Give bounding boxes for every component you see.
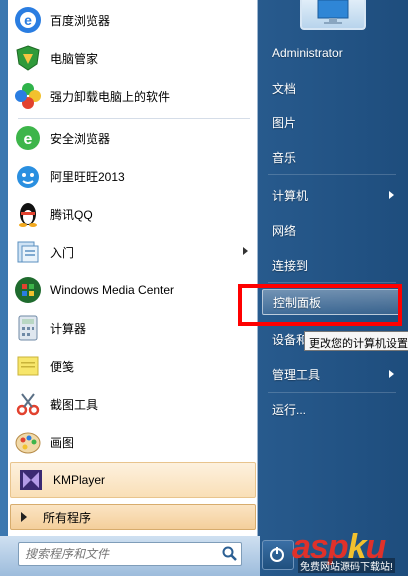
paint-icon bbox=[12, 426, 44, 458]
program-snipping-tool[interactable]: 截图工具 bbox=[8, 386, 258, 422]
right-item-label: 计算机 bbox=[272, 188, 309, 203]
all-programs-label: 所有程序 bbox=[43, 510, 92, 525]
right-item-admin-tools[interactable]: 管理工具 bbox=[262, 361, 402, 387]
right-item-computer[interactable]: 计算机 bbox=[262, 182, 402, 208]
programs-pane: e 百度浏览器 电脑管家 强力卸载电脑上的软件 e 安全浏览器 阿里旺旺2013… bbox=[8, 0, 258, 536]
submenu-arrow-icon[interactable] bbox=[243, 247, 248, 255]
right-item-label: 网络 bbox=[272, 223, 297, 238]
program-kmplayer[interactable]: KMPlayer bbox=[10, 462, 256, 498]
program-label: 强力卸载电脑上的软件 bbox=[50, 89, 171, 104]
program-qq[interactable]: 腾讯QQ bbox=[8, 196, 258, 232]
right-item-label: 音乐 bbox=[272, 150, 297, 165]
start-menu: e 百度浏览器 电脑管家 强力卸载电脑上的软件 e 安全浏览器 阿里旺旺2013… bbox=[0, 0, 408, 576]
kmplayer-icon bbox=[15, 464, 47, 496]
right-item-label: 设备和 bbox=[272, 332, 309, 347]
divider bbox=[268, 282, 396, 283]
program-sticky-notes[interactable]: 便笺 bbox=[8, 348, 258, 384]
program-safe-browser[interactable]: e 安全浏览器 bbox=[8, 120, 258, 156]
right-item-network[interactable]: 网络 bbox=[262, 217, 402, 243]
program-label: 画图 bbox=[50, 435, 75, 450]
baidu-browser-icon: e bbox=[12, 4, 44, 36]
right-item-music[interactable]: 音乐 bbox=[262, 144, 402, 170]
user-name: Administrator bbox=[272, 46, 343, 60]
calculator-icon bbox=[12, 312, 44, 344]
program-baidu-browser[interactable]: e 百度浏览器 bbox=[8, 2, 258, 38]
svg-text:e: e bbox=[24, 131, 33, 148]
search-icon[interactable] bbox=[222, 546, 238, 565]
svg-text:e: e bbox=[24, 12, 32, 28]
program-label: 便笺 bbox=[50, 359, 75, 374]
windows-media-center-icon bbox=[12, 274, 44, 306]
right-item-label: 运行... bbox=[272, 402, 307, 417]
program-label: KMPlayer bbox=[53, 473, 106, 487]
program-label: 入门 bbox=[50, 245, 75, 260]
program-label: 电脑管家 bbox=[50, 51, 99, 66]
program-label: 阿里旺旺2013 bbox=[50, 169, 125, 184]
submenu-arrow-icon[interactable] bbox=[389, 370, 394, 378]
pc-manager-shield-icon bbox=[12, 42, 44, 74]
program-label: 百度浏览器 bbox=[50, 13, 111, 28]
submenu-arrow-icon[interactable] bbox=[389, 191, 394, 199]
user-picture[interactable] bbox=[300, 0, 366, 30]
right-item-user[interactable]: Administrator bbox=[262, 40, 402, 66]
expand-arrow-icon bbox=[21, 512, 27, 522]
program-uninstaller[interactable]: 强力卸载电脑上的软件 bbox=[8, 78, 258, 114]
right-item-pictures[interactable]: 图片 bbox=[262, 109, 402, 135]
power-icon bbox=[270, 547, 284, 562]
program-pc-manager[interactable]: 电脑管家 bbox=[8, 40, 258, 76]
program-label: 腾讯QQ bbox=[50, 207, 93, 222]
program-paint[interactable]: 画图 bbox=[8, 424, 258, 460]
right-item-run[interactable]: 运行... bbox=[262, 396, 402, 422]
right-item-label: 连接到 bbox=[272, 258, 309, 273]
program-label: Windows Media Center bbox=[50, 283, 175, 297]
shutdown-button[interactable] bbox=[262, 540, 294, 570]
safe-browser-icon: e bbox=[12, 122, 44, 154]
tooltip: 更改您的计算机设置 bbox=[304, 331, 408, 351]
highlight-annotation-box bbox=[238, 284, 402, 326]
snipping-tool-icon bbox=[12, 388, 44, 420]
qq-penguin-icon bbox=[12, 198, 44, 230]
sticky-notes-icon bbox=[12, 350, 44, 382]
program-calculator[interactable]: 计算器 bbox=[8, 310, 258, 346]
divider bbox=[268, 174, 396, 175]
watermark-subtitle: 免费网站源码下载站! bbox=[298, 558, 395, 573]
search-input[interactable] bbox=[18, 542, 242, 566]
aliwangwang-icon bbox=[12, 160, 44, 192]
right-item-documents[interactable]: 文档 bbox=[262, 75, 402, 101]
program-aliwangwang[interactable]: 阿里旺旺2013 bbox=[8, 158, 258, 194]
search-area bbox=[0, 536, 260, 576]
right-item-label: 图片 bbox=[272, 115, 297, 130]
program-label: 安全浏览器 bbox=[50, 131, 111, 146]
program-label: 计算器 bbox=[50, 321, 87, 336]
getting-started-icon bbox=[12, 236, 44, 268]
uninstall-flower-icon bbox=[12, 80, 44, 112]
monitor-icon bbox=[317, 0, 349, 24]
divider bbox=[268, 392, 396, 393]
right-item-connect-to[interactable]: 连接到 bbox=[262, 252, 402, 278]
all-programs-button[interactable]: 所有程序 bbox=[10, 504, 256, 530]
right-item-label: 管理工具 bbox=[272, 367, 321, 382]
program-getting-started[interactable]: 入门 bbox=[8, 234, 258, 270]
program-windows-media-center[interactable]: Windows Media Center bbox=[8, 272, 258, 308]
right-item-label: 文档 bbox=[272, 81, 297, 96]
divider bbox=[18, 118, 250, 119]
program-label: 截图工具 bbox=[50, 397, 99, 412]
